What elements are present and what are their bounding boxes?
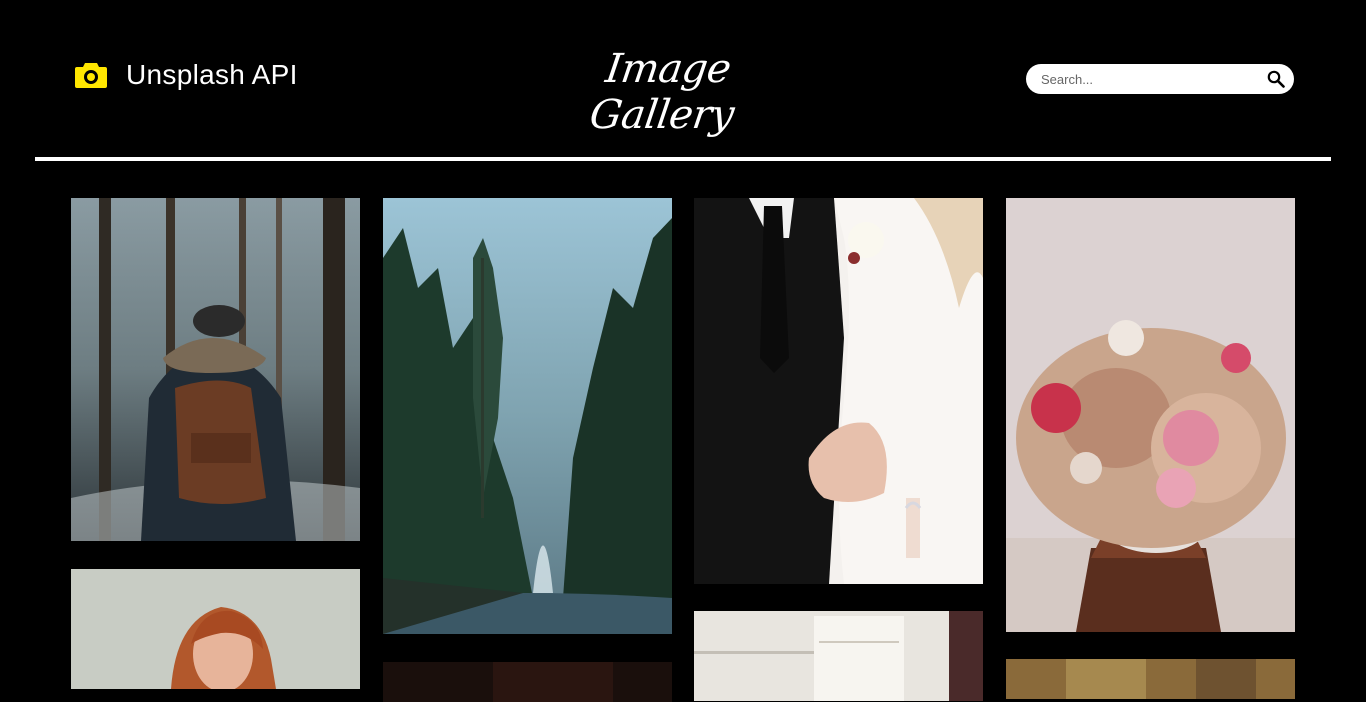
brand[interactable]: Unsplash API xyxy=(74,58,298,92)
search-bar xyxy=(1026,64,1294,94)
header-divider xyxy=(35,157,1331,161)
gallery-photo-dark-partial[interactable] xyxy=(383,662,672,702)
brand-label: Unsplash API xyxy=(126,59,298,90)
page-title: Image Gallery xyxy=(586,46,737,138)
search-icon[interactable] xyxy=(1267,70,1285,88)
gallery-photo-woman-portrait[interactable] xyxy=(71,569,360,689)
search-input[interactable] xyxy=(1039,65,1258,93)
gallery-photo-autumn-partial[interactable] xyxy=(1006,659,1295,699)
site-header: Unsplash API Image Gallery xyxy=(0,0,1366,160)
gallery-photo-hiker[interactable] xyxy=(71,198,360,541)
gallery-photo-flower-bouquet[interactable] xyxy=(1006,198,1295,632)
gallery-photo-forest-canyon[interactable] xyxy=(383,198,672,634)
camera-icon xyxy=(75,63,107,88)
gallery-photo-window-interior[interactable] xyxy=(694,611,983,701)
gallery-photo-wedding-couple[interactable] xyxy=(694,198,983,584)
